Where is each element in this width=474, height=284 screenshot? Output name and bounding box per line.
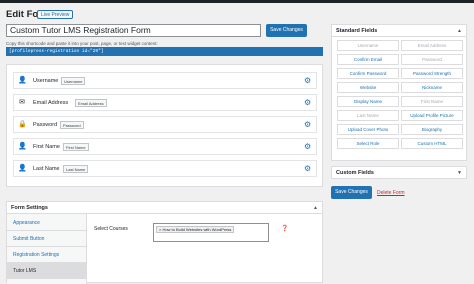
field-label: Username — [33, 78, 59, 84]
field-row-first-name[interactable]: 👤 First Name First Name ⚙ — [13, 138, 317, 155]
field-tag: Username — [61, 77, 86, 85]
form-settings-header[interactable]: Form Settings ▲ — [7, 202, 322, 214]
form-settings-title: Form Settings — [11, 205, 48, 211]
standard-fields-header[interactable]: Standard Fields ▲ — [332, 25, 466, 37]
user-icon: 👤 — [18, 143, 27, 150]
form-settings-panel: Form Settings ▲ Appearance Submit Button… — [6, 201, 323, 284]
sf-website-button[interactable]: Website — [337, 82, 399, 93]
field-tag: Email Address — [75, 99, 107, 107]
delete-form-link[interactable]: Delete Form — [377, 190, 405, 196]
field-label: Password — [33, 122, 58, 128]
custom-fields-panel[interactable]: Custom Fields ▼ — [331, 166, 467, 179]
sf-password-button[interactable]: Password — [401, 54, 463, 65]
user-icon: 👤 — [18, 77, 27, 84]
caret-up-icon[interactable]: ▲ — [457, 28, 462, 34]
envelope-icon: ✉ — [19, 99, 25, 106]
sf-upload-profile-picture-button[interactable]: Upload Profile Picture — [401, 110, 463, 121]
gear-icon[interactable]: ⚙ — [304, 142, 312, 151]
tab-registration-settings[interactable]: Registration Settings — [7, 247, 87, 263]
field-tag: Last Name — [63, 165, 89, 173]
field-tag: First Name — [63, 143, 89, 151]
form-builder-area: 👤 Username Username ⚙ ✉ Email Address Em… — [6, 64, 323, 187]
help-icon[interactable]: ❓ — [281, 226, 288, 232]
sf-upload-cover-photo-button[interactable]: Upload Cover Photo — [337, 124, 399, 135]
form-title-input[interactable]: Custom Tutor LMS Registration Form — [6, 24, 261, 37]
caret-up-icon[interactable]: ▲ — [313, 205, 318, 211]
field-row-last-name[interactable]: 👤 Last Name Last Name ⚙ — [13, 160, 317, 177]
gear-icon[interactable]: ⚙ — [304, 120, 312, 129]
tab-appearance[interactable]: Appearance — [7, 215, 87, 231]
save-changes-button-bottom[interactable]: Save Changes — [331, 186, 372, 199]
user-icon: 👤 — [18, 165, 27, 172]
select-courses-label: Select Courses — [94, 226, 128, 232]
tab-tutor-lms[interactable]: Tutor LMS — [7, 263, 87, 279]
field-label: Last Name — [33, 166, 60, 172]
caret-down-icon[interactable]: ▼ — [457, 170, 462, 176]
admin-top-bar — [0, 0, 474, 3]
sf-custom-html-button[interactable]: Custom HTML — [401, 138, 463, 149]
live-preview-button[interactable]: Live Preview — [37, 10, 74, 19]
field-row-email[interactable]: ✉ Email Address Email Address ⚙ — [13, 94, 317, 111]
gear-icon[interactable]: ⚙ — [304, 98, 312, 107]
gear-icon[interactable]: ⚙ — [304, 164, 312, 173]
sf-password-strength-button[interactable]: Password Strength — [401, 68, 463, 79]
sf-display-name-button[interactable]: Display Name — [337, 96, 399, 107]
sf-username-button[interactable]: Username — [337, 40, 399, 51]
sf-select-role-button[interactable]: Select Role — [337, 138, 399, 149]
sf-confirm-email-button[interactable]: Confirm Email — [337, 54, 399, 65]
form-settings-tabs: Appearance Submit Button Registration Se… — [7, 214, 87, 284]
tab-submit-button[interactable]: Submit Button — [7, 231, 87, 247]
gear-icon[interactable]: ⚙ — [304, 76, 312, 85]
sf-confirm-password-button[interactable]: Confirm Password — [337, 68, 399, 79]
sf-first-name-button[interactable]: First Name — [401, 96, 463, 107]
sf-email-address-button[interactable]: Email Address — [401, 40, 463, 51]
sf-nickname-button[interactable]: Nickname — [401, 82, 463, 93]
field-row-username[interactable]: 👤 Username Username ⚙ — [13, 72, 317, 89]
lock-icon: 🔒 — [18, 121, 27, 128]
save-changes-button-top[interactable]: Save Changes — [266, 24, 307, 37]
standard-fields-panel: Standard Fields ▲ Username Email Address… — [331, 24, 467, 161]
custom-fields-title: Custom Fields — [336, 170, 374, 176]
select-courses-input[interactable]: × How to Build Websites with WordPress — [153, 223, 269, 242]
field-label: First Name — [33, 144, 60, 150]
field-label: Email Address — [33, 100, 69, 106]
shortcode-box[interactable]: [profilepress-registration id="29"] — [6, 47, 323, 56]
standard-fields-title: Standard Fields — [336, 28, 378, 34]
field-row-password[interactable]: 🔒 Password Password ⚙ — [13, 116, 317, 133]
sf-biography-button[interactable]: Biography — [401, 124, 463, 135]
shortcode-hint: Copy this shortcode and paste it into yo… — [6, 41, 158, 46]
sf-last-name-button[interactable]: Last Name — [337, 110, 399, 121]
field-tag: Password — [60, 121, 84, 129]
selected-course-chip[interactable]: × How to Build Websites with WordPress — [156, 226, 235, 233]
